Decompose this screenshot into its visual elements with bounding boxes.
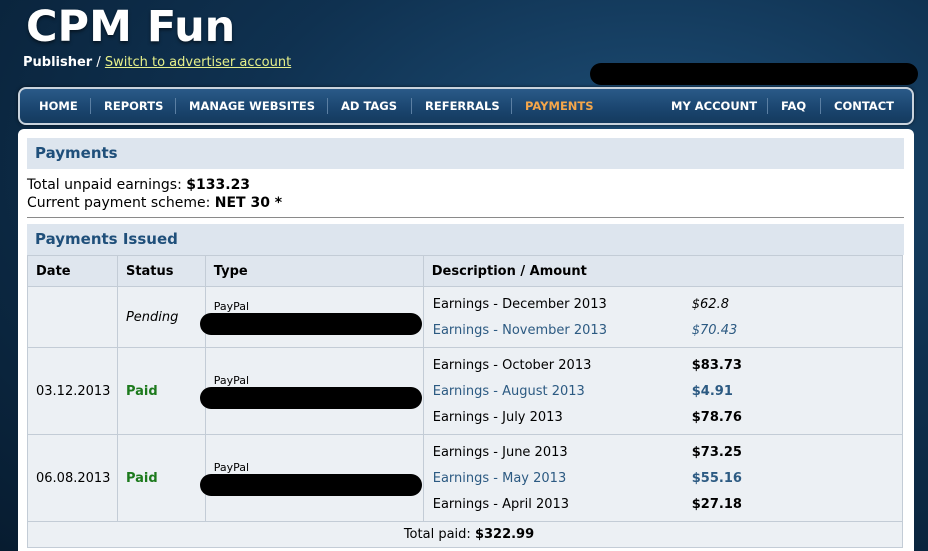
cell-type: PayPal [199,286,424,348]
unpaid-value: $133.23 [186,177,251,193]
redacted-account [199,386,422,409]
payments-issued-heading: Payments Issued [27,224,904,255]
list-item: Earnings - December 2013 $62.8 [432,291,902,317]
earnings-label: Earnings - April 2013 [432,496,570,512]
nav-faq[interactable]: FAQ [781,89,806,123]
nav-divider [90,98,91,114]
earnings-amount: $78.76 [691,409,742,425]
redacted-account [199,473,422,496]
cell-status: Pending [116,286,206,348]
list-item: Earnings - October 2013 $83.73 [432,352,902,378]
section-divider [27,217,904,218]
earnings-label: Earnings - December 2013 [432,296,607,312]
role-label: Publisher [23,55,93,70]
cell-status: Paid [116,434,206,522]
switch-advertiser-link[interactable]: Switch to advertiser account [105,55,291,70]
earnings-amount: $70.43 [691,322,738,338]
scheme-value: NET 30 * [214,195,283,211]
cell-date: 06.08.2013 [27,434,118,522]
earnings-label: Earnings - November 2013 [432,322,607,338]
cell-description: Earnings - December 2013 $62.8 Earnings … [422,286,904,348]
cell-description: Earnings - October 2013 $83.73 Earnings … [422,347,904,435]
earnings-label: Earnings - May 2013 [432,470,567,486]
earnings-label: Earnings - June 2013 [432,444,568,460]
earnings-amount: $73.25 [691,444,742,460]
total-value: $322.99 [474,527,535,542]
earnings-amount: $55.16 [691,470,742,486]
cell-status: Paid [116,347,206,435]
table-row: Pending PayPal Earnings - December 2013 … [27,286,904,348]
nav-divider [767,98,768,114]
earnings-label: Earnings - October 2013 [432,357,592,373]
earnings-amount: $83.73 [691,357,742,373]
total-paid: Total paid: $322.99 [27,521,903,548]
list-item: Earnings - June 2013 $73.25 [432,439,902,465]
cell-type: PayPal [199,434,424,522]
main-nav: HOME REPORTS MANAGE WEBSITES AD TAGS REF… [18,87,914,125]
nav-divider [411,98,412,114]
nav-reports[interactable]: REPORTS [104,89,163,123]
list-item: Earnings - July 2013 $78.76 [432,404,902,430]
nav-home[interactable]: HOME [39,89,78,123]
list-item: Earnings - November 2013 $70.43 [432,317,902,343]
table-header-row: Date Status Type Description / Amount [27,255,904,287]
earnings-amount: $27.18 [691,496,742,512]
unpaid-earnings: Total unpaid earnings: $133.23 [27,177,250,193]
unpaid-label: Total unpaid earnings: [27,177,182,193]
list-item: Earnings - April 2013 $27.18 [432,491,902,517]
cell-description: Earnings - June 2013 $73.25 Earnings - M… [422,434,904,522]
nav-ad-tags[interactable]: AD TAGS [341,89,397,123]
separator: / [92,55,105,70]
nav-my-account[interactable]: MY ACCOUNT [671,89,757,123]
nav-contact[interactable]: CONTACT [834,89,894,123]
nav-referrals[interactable]: REFERRALS [425,89,500,123]
nav-divider [327,98,328,114]
cell-date [27,286,118,348]
redacted-account [199,312,422,335]
account-switcher: Publisher / Switch to advertiser account [23,55,291,70]
table-row: 06.08.2013 Paid PayPal Earnings - June 2… [27,434,904,522]
list-item: Earnings - August 2013 $4.91 [432,378,902,404]
col-status: Status [116,255,206,287]
earnings-amount: $62.8 [691,296,729,312]
nav-payments[interactable]: PAYMENTS [525,89,594,123]
payments-heading: Payments [27,138,904,169]
col-date: Date [27,255,118,287]
earnings-amount: $4.91 [691,383,733,399]
nav-manage-websites[interactable]: MANAGE WEBSITES [189,89,315,123]
site-logo: CPM Fun [26,2,236,52]
list-item: Earnings - May 2013 $55.16 [432,465,902,491]
payments-table: Date Status Type Description / Amount Pe… [27,255,904,548]
total-label: Total paid: [403,527,471,542]
payment-scheme: Current payment scheme: NET 30 * [27,195,282,211]
type-label: PayPal [213,460,250,474]
table-row: 03.12.2013 Paid PayPal Earnings - Octobe… [27,347,904,435]
nav-divider [175,98,176,114]
total-row: Total paid: $322.99 [27,521,903,548]
redacted-user-info [590,63,918,85]
earnings-label: Earnings - August 2013 [432,383,585,399]
earnings-label: Earnings - July 2013 [432,409,563,425]
type-label: PayPal [213,373,250,387]
cell-type: PayPal [199,347,424,435]
cell-date: 03.12.2013 [27,347,118,435]
main-content: Payments Total unpaid earnings: $133.23 … [18,129,914,551]
scheme-label: Current payment scheme: [27,195,211,211]
type-label: PayPal [213,299,250,313]
nav-divider [820,98,821,114]
nav-divider [511,98,512,114]
col-description: Description / Amount [422,255,904,287]
col-type: Type [204,255,424,287]
